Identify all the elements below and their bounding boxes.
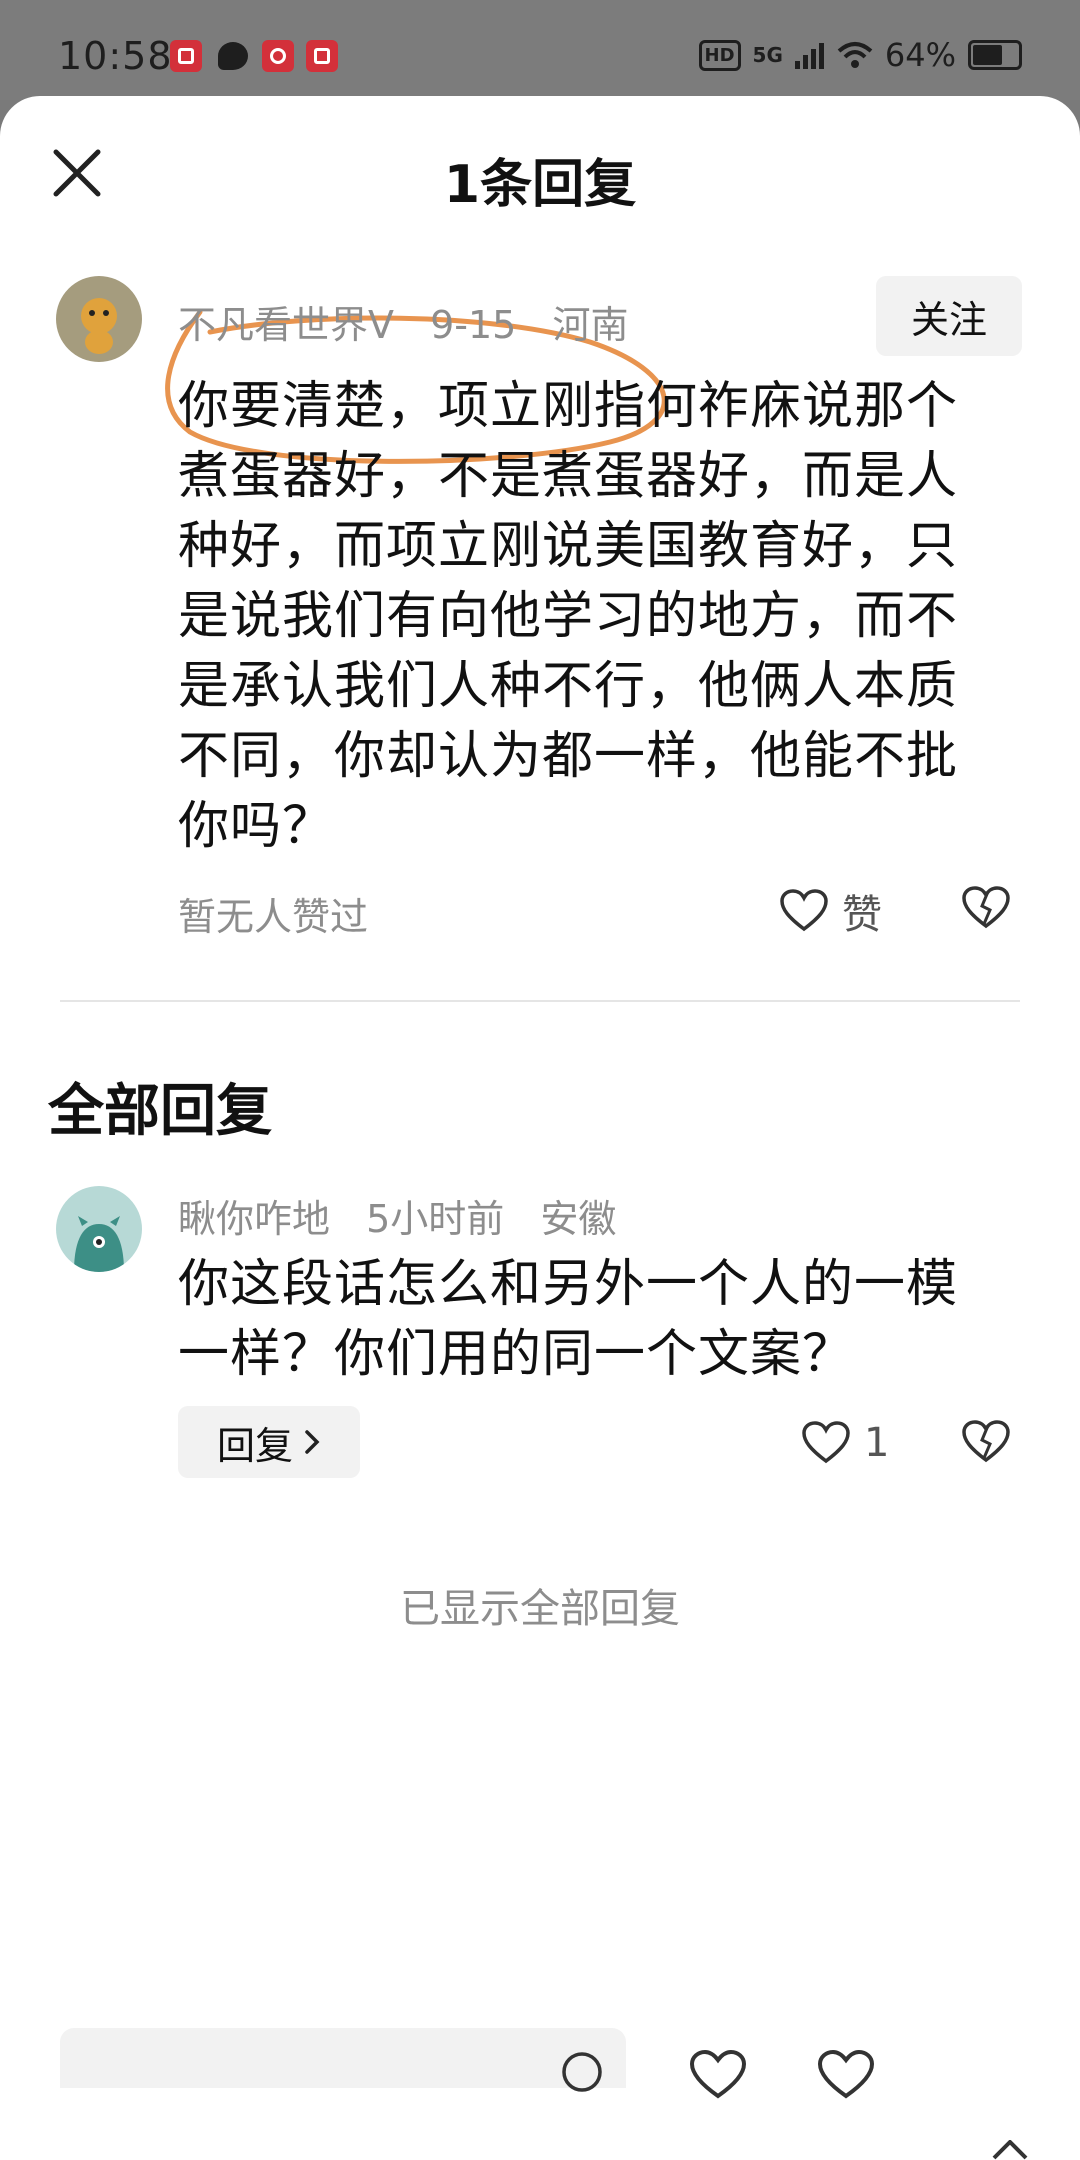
monster-avatar-icon: [74, 1216, 124, 1272]
bank-app-icon: [262, 40, 294, 72]
comment-username[interactable]: 不凡看世界V: [178, 303, 394, 347]
all-replies-shown-label: 已显示全部回复: [400, 1586, 680, 1632]
reply-meta: 瞅你咋地 5小时前 安徽: [178, 1188, 640, 1243]
comment-text[interactable]: 你要清楚，项立刚指何祚庥说那个 煮蛋器好，不是煮蛋器好，而是人 种好，而项立刚说…: [178, 372, 958, 862]
reply-like-count: 1: [864, 1420, 890, 1466]
comment-input[interactable]: [60, 2028, 626, 2088]
status-time: 10:58: [58, 34, 173, 78]
comment-line: 是说我们有向他学习的地方，而不: [178, 587, 959, 646]
chevron-right-icon: [305, 1430, 320, 1454]
reply-dislike-icon[interactable]: [962, 1420, 1010, 1464]
comment-meta: 不凡看世界V 9-15 河南: [178, 294, 652, 349]
section-title: 全部回复: [48, 1079, 272, 1144]
wifi-icon: [837, 42, 873, 68]
comment-line: 不同，你却认为都一样，他能不批: [178, 727, 959, 786]
divider: [60, 1000, 1020, 1002]
comment-location: 河南: [552, 303, 629, 347]
reply-sheet: 1条回复 不凡看世界V 9-15 河南 关注 你要清楚，项立刚指何祚庥说那个 煮…: [0, 96, 1080, 2160]
reply-line: 一样？你们用的同一个文案？: [178, 1325, 855, 1384]
follow-button[interactable]: 关注: [876, 276, 1022, 356]
favorite-bar-icon[interactable]: [816, 2050, 876, 2100]
heart-icon: [802, 1421, 850, 1464]
reply-like-button[interactable]: 1: [802, 1420, 889, 1466]
reply-button-label: 回复: [216, 1423, 293, 1468]
signal-icon: [794, 43, 824, 69]
like-button[interactable]: 赞: [780, 882, 882, 940]
avatar[interactable]: [56, 276, 142, 362]
hd-icon: HD: [698, 39, 741, 71]
comment-line: 煮蛋器好，不是煮蛋器好，而是人: [178, 447, 959, 506]
comment-line: 是承认我们人种不行，他俩人本质: [178, 657, 959, 716]
comment-line: 你吗？: [178, 797, 335, 856]
like-bar-icon[interactable]: [688, 2050, 748, 2100]
page-title: 1条回复: [443, 155, 637, 215]
reply-text[interactable]: 你这段话怎么和另外一个人的一模 一样？你们用的同一个文案？: [178, 1250, 958, 1390]
health-app-icon: [306, 40, 338, 72]
message-icon: [218, 42, 248, 70]
reply-line: 你这段话怎么和另外一个人的一模: [178, 1255, 959, 1314]
reply-avatar[interactable]: [56, 1186, 142, 1272]
no-likes-label: 暂无人赞过: [178, 895, 369, 939]
reply-location: 安徽: [540, 1197, 617, 1241]
status-right: HD 5G 64%: [698, 36, 1022, 74]
dislike-icon[interactable]: [962, 886, 1010, 930]
app-notification-icon: [170, 40, 202, 72]
battery-percent: 64%: [884, 36, 956, 74]
comment-line: 你要清楚，项立刚指何祚庥说那个: [178, 377, 959, 436]
status-bar: 10:58 HD 5G 64%: [0, 0, 1080, 100]
reply-button[interactable]: 回复: [178, 1406, 360, 1478]
heart-icon: [780, 889, 828, 932]
battery-icon: [968, 40, 1022, 70]
reply-username[interactable]: 瞅你咋地: [178, 1197, 330, 1241]
network-label: 5G: [752, 43, 783, 67]
comment-date: 9-15: [430, 303, 517, 347]
reply-time: 5小时前: [366, 1197, 505, 1241]
like-label: 赞: [842, 892, 882, 938]
share-icon[interactable]: [990, 2140, 1030, 2160]
emoji-icon[interactable]: [560, 2050, 604, 2094]
cat-avatar-icon: [81, 298, 117, 354]
comment-line: 种好，而项立刚说美国教育好，只: [178, 517, 959, 576]
